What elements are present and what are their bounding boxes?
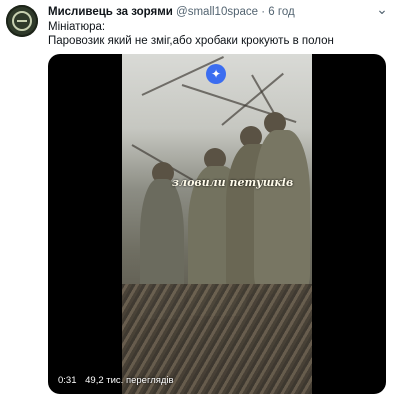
- video-frame: ✦ зловили петушків: [122, 54, 312, 394]
- video-views: 49,2 тис. переглядів: [85, 375, 174, 386]
- tweet-text-line-2: Паровозик який не зміг,або хробаки кроку…: [48, 35, 334, 47]
- video-meta: 0:31 49,2 тис. переглядів: [58, 375, 180, 386]
- author-handle[interactable]: @small10space: [176, 6, 258, 18]
- separator-dot: ·: [261, 6, 266, 18]
- sparkle-icon: ✦: [206, 64, 226, 84]
- video-duration: 0:31: [58, 375, 77, 386]
- tweet-header: Мисливець за зорями @small10space · 6 го…: [48, 4, 374, 20]
- more-options-icon[interactable]: ⌄: [374, 2, 390, 18]
- avatar[interactable]: [6, 5, 38, 37]
- tweet-text-line-1: Мініатюра:: [48, 21, 106, 33]
- timestamp[interactable]: 6 год: [268, 6, 294, 18]
- avatar-logo-icon: [12, 11, 32, 31]
- author-name[interactable]: Мисливець за зорями: [48, 6, 173, 18]
- video-player[interactable]: ✦ зловили петушків 0:31 49,2 тис. перегл…: [48, 54, 386, 394]
- video-overlay-caption: зловили петушків: [172, 176, 294, 189]
